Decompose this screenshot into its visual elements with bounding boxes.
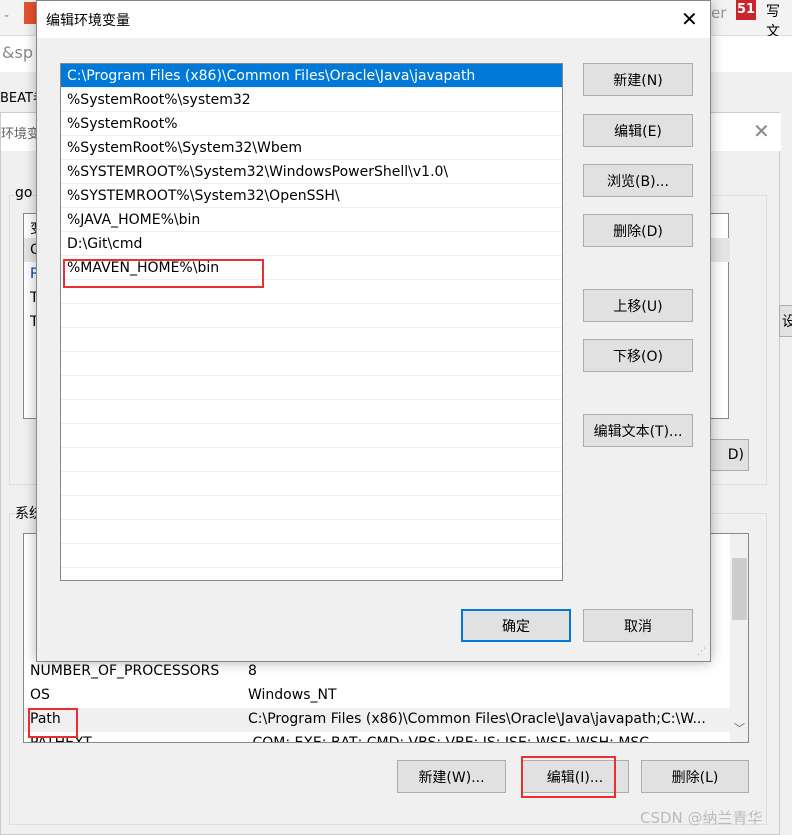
browser-fragment[interactable]: 写文 [766, 1, 792, 41]
list-item[interactable]: %JAVA_HOME%\bin [61, 208, 562, 232]
move-down-button[interactable]: 下移(O) [583, 339, 693, 372]
watermark: CSDN @纳兰青华 [640, 809, 763, 827]
edit-text-button[interactable]: 编辑文本(T)... [583, 414, 693, 447]
table-row-path[interactable]: Path C:\Program Files (x86)\Common Files… [24, 708, 730, 732]
empty-list-row[interactable] [61, 544, 562, 568]
site-logo-51: 51 [736, 0, 756, 20]
ok-button[interactable]: 确定 [461, 609, 571, 642]
empty-list-row[interactable] [61, 304, 562, 328]
list-item[interactable]: %SystemRoot% [61, 112, 562, 136]
empty-list-row[interactable] [61, 328, 562, 352]
scrollbar[interactable]: ﹀ [730, 534, 748, 742]
browser-fragment: - [4, 8, 10, 24]
browse-button[interactable]: 浏览(B)... [583, 164, 693, 197]
list-item[interactable]: %SYSTEMROOT%\System32\WindowsPowerShell\… [61, 160, 562, 184]
empty-list-row[interactable] [61, 496, 562, 520]
path-entries-list[interactable]: C:\Program Files (x86)\Common Files\Orac… [60, 63, 563, 581]
close-icon[interactable]: ✕ [753, 119, 770, 143]
edit-button[interactable]: 编辑(E) [583, 114, 693, 147]
close-icon[interactable]: ✕ [681, 7, 698, 31]
delete-button[interactable]: 删除(D) [583, 214, 693, 247]
empty-list-row[interactable] [61, 376, 562, 400]
empty-list-row[interactable] [61, 352, 562, 376]
empty-list-row[interactable] [61, 400, 562, 424]
empty-list-row[interactable] [61, 472, 562, 496]
side-button[interactable]: 设 [779, 305, 792, 337]
table-row[interactable]: PATHEXT .COM;.EXE;.BAT;.CMD;.VBS;.VBE;.J… [24, 732, 730, 742]
list-item[interactable]: %SystemRoot%\System32\Wbem [61, 136, 562, 160]
new-button[interactable]: 新建(N) [583, 63, 693, 96]
move-up-button[interactable]: 上移(U) [583, 289, 693, 322]
title-bar: 编辑环境变量 ✕ [37, 1, 710, 38]
list-item[interactable]: %SYSTEMROOT%\System32\OpenSSH\ [61, 184, 562, 208]
edit-env-var-dialog: 编辑环境变量 ✕ C:\Program Files (x86)\Common F… [36, 0, 711, 662]
dialog-title: 编辑环境变量 [46, 13, 130, 29]
resize-grip-icon[interactable]: ⋰ [697, 647, 706, 657]
list-item-selected[interactable]: C:\Program Files (x86)\Common Files\Orac… [61, 64, 562, 88]
list-item[interactable]: %SystemRoot%\system32 [61, 88, 562, 112]
list-item[interactable]: D:\Git\cmd [61, 232, 562, 256]
cancel-button[interactable]: 取消 [583, 609, 693, 642]
highlight-box-path [28, 708, 78, 738]
table-row[interactable]: NUMBER_OF_PROCESSORS 8 [24, 660, 730, 684]
browser-fragment: er [711, 4, 727, 22]
browser-tab-icon [24, 2, 36, 24]
empty-list-row[interactable] [61, 424, 562, 448]
empty-list-row[interactable] [61, 448, 562, 472]
address-fragment: &sp [2, 43, 33, 62]
empty-list-row[interactable] [61, 520, 562, 544]
chevron-down-icon[interactable]: ﹀ [734, 720, 745, 736]
highlight-box-maven [63, 259, 264, 288]
user-group-label: go [15, 185, 33, 201]
highlight-box-edit [521, 756, 616, 798]
table-row[interactable]: OS Windows_NT [24, 684, 730, 708]
delete-system-var-button[interactable]: 删除(L) [641, 760, 749, 793]
scrollbar-thumb[interactable] [732, 558, 747, 620]
new-system-var-button[interactable]: 新建(W)... [397, 760, 506, 793]
window-title: 环境变 [1, 127, 41, 142]
